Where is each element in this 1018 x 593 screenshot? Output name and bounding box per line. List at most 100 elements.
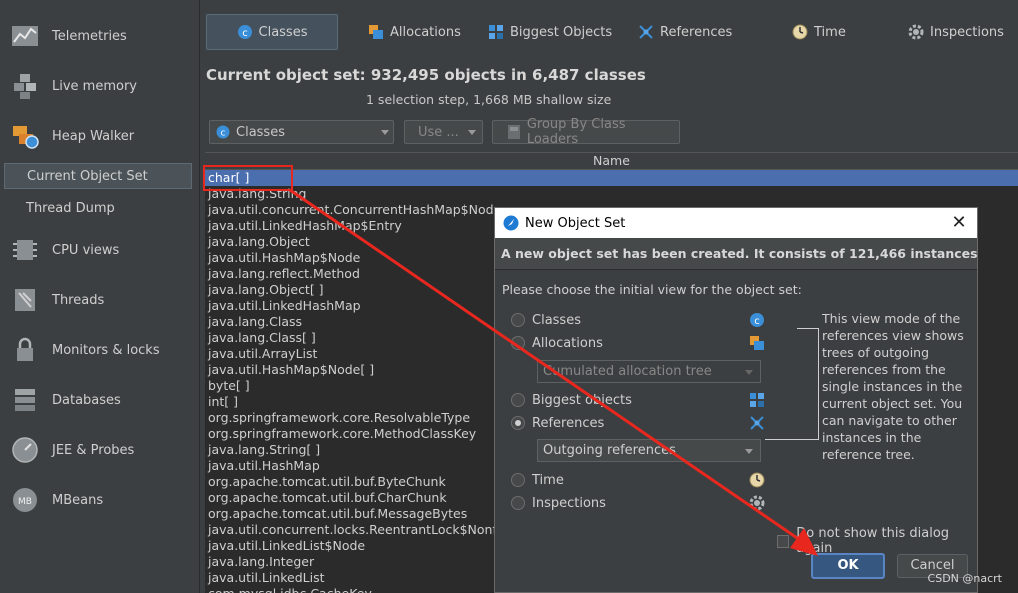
option-label: Classes [532, 312, 581, 328]
allocations-icon [369, 25, 383, 39]
radio-allocations[interactable] [511, 336, 525, 350]
dialog-message: A new object set has been created. It co… [495, 238, 977, 270]
object-set-title: Current object set: 932,495 objects in 6… [206, 66, 646, 84]
sidebar-item-heap-walker[interactable]: Heap Walker [0, 114, 200, 158]
sidebar-item-cpu-views[interactable]: CPU views [0, 228, 200, 272]
description-bracket [797, 328, 819, 440]
chevron-down-icon [468, 130, 476, 135]
option-time[interactable]: Time [511, 471, 564, 489]
telemetries-icon [10, 21, 40, 51]
dialog-prompt: Please choose the initial view for the o… [502, 282, 802, 297]
classes-icon: c [750, 313, 764, 327]
watermark: CSDN @nacrt [927, 572, 1002, 585]
sidebar-item-monitors-locks[interactable]: Monitors & locks [0, 328, 200, 372]
classes-icon: c [216, 125, 230, 139]
svg-text:MB: MB [18, 497, 32, 507]
table-row[interactable]: java.lang.String [205, 186, 1018, 202]
tab-time[interactable]: Time [792, 14, 846, 50]
tab-label: References [660, 24, 733, 40]
tab-label: Inspections [930, 24, 1004, 40]
option-references[interactable]: References [511, 414, 604, 432]
gear-icon [908, 24, 924, 40]
table-row[interactable]: char[ ] [205, 170, 1018, 186]
dialog-titlebar: New Object Set [495, 208, 977, 238]
ok-button[interactable]: OK [811, 553, 885, 579]
option-biggest-objects[interactable]: Biggest objects [511, 391, 632, 409]
sidebar-item-label: Monitors & locks [52, 342, 160, 358]
references-icon [750, 416, 764, 430]
close-icon[interactable]: ✕ [949, 213, 969, 233]
clock-icon [792, 24, 808, 40]
object-set-subtitle: 1 selection step, 1,668 MB shallow size [366, 92, 612, 107]
view-mode-combo-value: Classes [236, 124, 285, 140]
view-description: This view mode of the references view sh… [822, 311, 964, 462]
tab-label: Biggest Objects [510, 24, 613, 40]
tab-inspections[interactable]: Inspections [908, 14, 1004, 50]
sidebar-subitem-current-object-set[interactable]: Current Object Set [4, 163, 192, 189]
view-tab-bar: c Classes Allocations Biggest Objects Re… [202, 12, 1018, 52]
sidebar-item-label: Telemetries [52, 28, 127, 44]
sidebar-item-label: JEE & Probes [52, 442, 135, 458]
radio-classes[interactable] [511, 313, 525, 327]
chevron-down-icon [745, 370, 753, 375]
sidebar: Telemetries Live memory Heap Walker Curr… [0, 0, 200, 593]
new-object-set-dialog: New Object Set ✕ A new object set has be… [494, 207, 978, 593]
tab-label: Time [814, 24, 846, 40]
option-inspections[interactable]: Inspections [511, 494, 606, 512]
column-header-name[interactable]: Name [205, 152, 1018, 170]
svg-text:c: c [221, 129, 226, 139]
clock-icon [749, 472, 765, 488]
sidebar-item-jee-probes[interactable]: JEE & Probes [0, 428, 200, 472]
sidebar-item-label: Heap Walker [52, 128, 135, 144]
group-by-class-loaders-button[interactable]: Group By Class Loaders [492, 117, 680, 147]
sidebar-item-label: CPU views [52, 242, 120, 258]
sidebar-subitem-label: Thread Dump [26, 200, 115, 216]
threads-icon [10, 285, 40, 315]
classes-icon: c [237, 25, 252, 39]
sidebar-item-live-memory[interactable]: Live memory [0, 64, 200, 108]
description-bracket-connector [765, 439, 797, 440]
option-label: Biggest objects [532, 392, 632, 408]
sidebar-item-mbeans[interactable]: MB MBeans [0, 478, 200, 522]
allocations-view-combo[interactable]: Cumulated allocation tree [537, 360, 761, 383]
sidebar-item-telemetries[interactable]: Telemetries [0, 14, 200, 58]
use-button[interactable]: Use ... [404, 120, 483, 144]
option-label: Allocations [532, 335, 603, 351]
option-label: Time [532, 472, 564, 488]
radio-time[interactable] [511, 473, 525, 487]
sidebar-item-databases[interactable]: Databases [0, 378, 200, 422]
option-allocations[interactable]: Allocations [511, 334, 603, 352]
references-view-combo[interactable]: Outgoing references [537, 439, 761, 462]
cpu-views-icon [10, 235, 40, 265]
database-icon [10, 385, 40, 415]
tab-allocations[interactable]: Allocations [368, 14, 461, 50]
allocations-icon [750, 336, 764, 350]
use-button-label: Use ... [418, 124, 459, 140]
view-mode-combo[interactable]: c Classes [209, 120, 394, 144]
references-icon [639, 25, 653, 39]
biggest-objects-icon [489, 25, 503, 39]
annotation-highlight-box [203, 165, 293, 191]
radio-references[interactable] [511, 416, 525, 430]
chevron-down-icon [381, 130, 389, 135]
sidebar-subitem-label: Current Object Set [27, 168, 148, 184]
group-by-class-loaders-label: Group By Class Loaders [526, 117, 626, 147]
dont-show-again-checkbox[interactable]: Do not show this dialog again [777, 526, 977, 556]
sidebar-item-label: Live memory [52, 78, 137, 94]
tab-biggest-objects[interactable]: Biggest Objects [488, 14, 612, 50]
option-classes[interactable]: Classes [511, 311, 581, 329]
sidebar-item-threads[interactable]: Threads [0, 278, 200, 322]
tab-classes[interactable]: c Classes [206, 14, 338, 50]
dont-show-label: Do not show this dialog again [796, 526, 950, 556]
tab-label: Classes [258, 24, 308, 40]
radio-inspections[interactable] [511, 496, 525, 510]
allocations-combo-value: Cumulated allocation tree [543, 364, 712, 379]
sidebar-subitem-thread-dump[interactable]: Thread Dump [4, 195, 192, 221]
gear-icon [749, 495, 765, 511]
checkbox-box[interactable] [777, 534, 790, 548]
chevron-down-icon [745, 449, 753, 454]
heap-walker-icon [10, 121, 40, 151]
tab-references[interactable]: References [638, 14, 732, 50]
dialog-title: New Object Set [525, 215, 626, 231]
radio-biggest-objects[interactable] [511, 393, 525, 407]
